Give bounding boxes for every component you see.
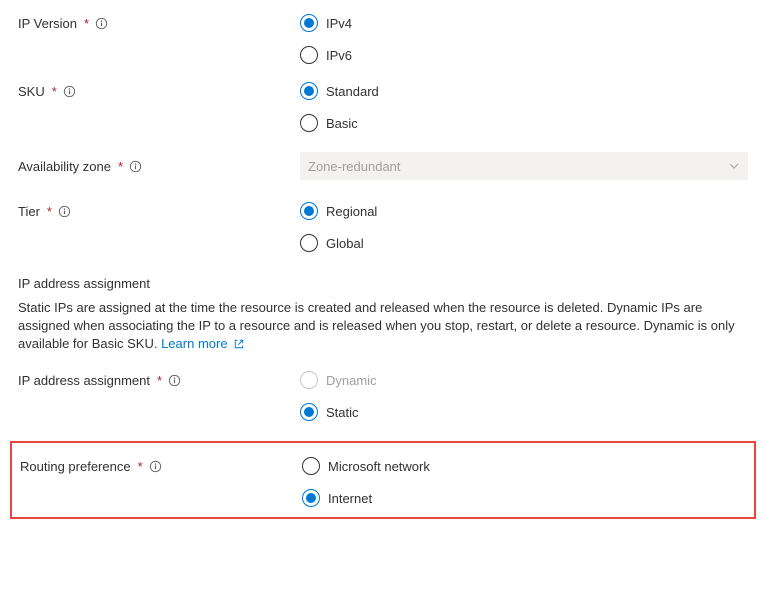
radio-indicator <box>302 489 320 507</box>
radio-routing-internet[interactable]: Internet <box>302 489 746 507</box>
info-icon[interactable] <box>95 17 108 30</box>
radio-label: Internet <box>328 491 372 506</box>
form-body: IP Version * IPv4 IPv6 SKU * <box>0 0 766 545</box>
control-routing-preference: Microsoft network Internet <box>302 453 746 513</box>
radio-label: IPv6 <box>326 48 352 63</box>
link-text: Learn more <box>161 336 227 351</box>
control-ip-assignment: Dynamic Static <box>300 367 748 435</box>
radio-label: Microsoft network <box>328 459 430 474</box>
radio-indicator <box>300 234 318 252</box>
radio-label: Global <box>326 236 364 251</box>
radio-indicator <box>302 457 320 475</box>
radio-ipv6[interactable]: IPv6 <box>300 46 748 64</box>
radio-sku-basic[interactable]: Basic <box>300 114 748 132</box>
info-icon[interactable] <box>58 205 71 218</box>
radio-label: Basic <box>326 116 358 131</box>
label-text: Availability zone <box>18 159 111 174</box>
radio-label: IPv4 <box>326 16 352 31</box>
radio-indicator <box>300 202 318 220</box>
learn-more-link[interactable]: Learn more <box>161 336 245 351</box>
radio-indicator <box>300 82 318 100</box>
radio-label: Standard <box>326 84 379 99</box>
radio-label: Regional <box>326 204 377 219</box>
info-icon[interactable] <box>149 460 162 473</box>
control-tier: Regional Global <box>300 198 748 266</box>
row-availability-zone: Availability zone * Zone-redundant <box>18 152 748 180</box>
radio-tier-regional[interactable]: Regional <box>300 202 748 220</box>
label-text: IP address assignment <box>18 373 150 388</box>
label-ip-assignment: IP address assignment * <box>18 367 300 388</box>
required-mark: * <box>157 373 162 388</box>
label-text: Routing preference <box>20 459 131 474</box>
radio-label: Static <box>326 405 359 420</box>
radio-sku-standard[interactable]: Standard <box>300 82 748 100</box>
required-mark: * <box>52 84 57 99</box>
external-link-icon <box>233 338 245 350</box>
radio-indicator <box>300 371 318 389</box>
label-text: Tier <box>18 204 40 219</box>
label-sku: SKU * <box>18 78 300 99</box>
info-icon[interactable] <box>63 85 76 98</box>
label-text: SKU <box>18 84 45 99</box>
row-routing-preference: Routing preference * Microsoft network I… <box>20 453 746 513</box>
info-icon[interactable] <box>129 160 142 173</box>
label-tier: Tier * <box>18 198 300 219</box>
control-sku: Standard Basic <box>300 78 748 146</box>
radio-indicator <box>300 114 318 132</box>
radio-indicator <box>300 46 318 64</box>
label-availability-zone: Availability zone * <box>18 159 300 174</box>
section-title-ip-assignment: IP address assignment <box>18 276 748 291</box>
required-mark: * <box>84 16 89 31</box>
radio-indicator <box>300 403 318 421</box>
section-description: Static IPs are assigned at the time the … <box>18 299 748 353</box>
required-mark: * <box>118 159 123 174</box>
radio-assignment-dynamic: Dynamic <box>300 371 748 389</box>
row-ip-version: IP Version * IPv4 IPv6 <box>18 10 748 78</box>
description-text: Static IPs are assigned at the time the … <box>18 300 735 351</box>
row-sku: SKU * Standard Basic <box>18 78 748 146</box>
required-mark: * <box>138 459 143 474</box>
label-routing-preference: Routing preference * <box>20 453 302 474</box>
info-icon[interactable] <box>168 374 181 387</box>
control-availability-zone: Zone-redundant <box>300 152 748 180</box>
control-ip-version: IPv4 IPv6 <box>300 10 748 78</box>
label-ip-version: IP Version * <box>18 10 300 31</box>
dropdown-value: Zone-redundant <box>308 159 401 174</box>
radio-tier-global[interactable]: Global <box>300 234 748 252</box>
row-tier: Tier * Regional Global <box>18 198 748 266</box>
radio-assignment-static[interactable]: Static <box>300 403 748 421</box>
radio-routing-microsoft[interactable]: Microsoft network <box>302 457 746 475</box>
radio-indicator <box>300 14 318 32</box>
radio-label: Dynamic <box>326 373 377 388</box>
routing-preference-highlight: Routing preference * Microsoft network I… <box>10 441 756 519</box>
label-text: IP Version <box>18 16 77 31</box>
availability-zone-dropdown[interactable]: Zone-redundant <box>300 152 748 180</box>
required-mark: * <box>47 204 52 219</box>
chevron-down-icon <box>728 160 740 172</box>
radio-ipv4[interactable]: IPv4 <box>300 14 748 32</box>
row-ip-assignment: IP address assignment * Dynamic Static <box>18 367 748 435</box>
